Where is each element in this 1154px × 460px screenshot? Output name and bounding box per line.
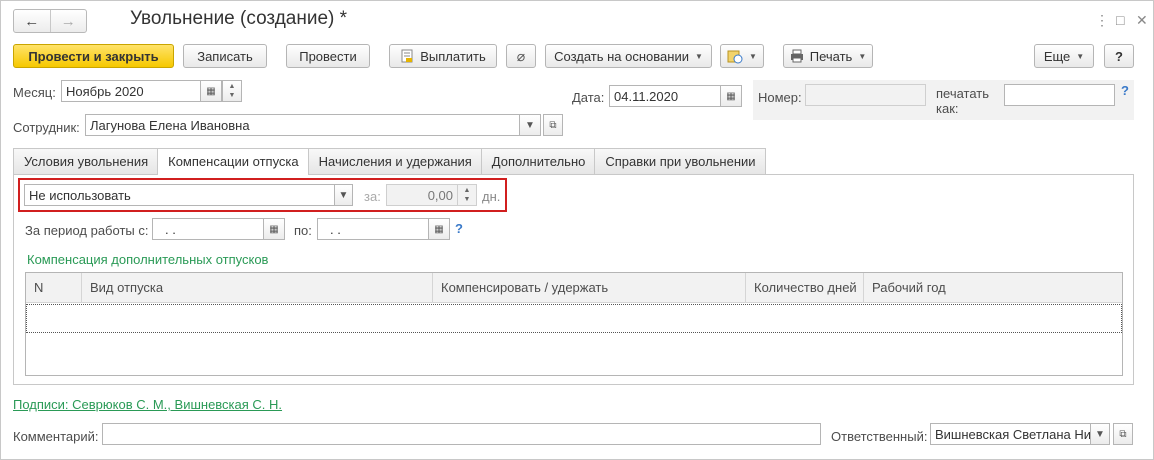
- employee-field[interactable]: Лагунова Елена Ивановна: [85, 114, 520, 136]
- open-icon[interactable]: ⧉: [543, 114, 563, 136]
- month-field[interactable]: Ноябрь 2020: [61, 80, 201, 102]
- document-icon: [401, 49, 413, 63]
- chevron-down-icon[interactable]: ▼: [334, 184, 353, 206]
- tab-vacation-compensation[interactable]: Компенсации отпуска: [157, 148, 309, 175]
- period-to-label: по:: [294, 223, 312, 238]
- related-docs-button[interactable]: ▼: [720, 44, 764, 68]
- more-actions-icon[interactable]: ⋮: [1095, 12, 1109, 29]
- maximize-icon[interactable]: □: [1116, 12, 1124, 28]
- tab-dismissal-certificates[interactable]: Справки при увольнении: [594, 148, 766, 174]
- print-as-field[interactable]: [1004, 84, 1115, 106]
- tab-dismissal-conditions[interactable]: Условия увольнения: [13, 148, 159, 174]
- table-row[interactable]: [26, 304, 1122, 333]
- period-to-field[interactable]: . .: [317, 218, 429, 240]
- more-button-label: Еще: [1043, 48, 1071, 64]
- responsible-field[interactable]: Вишневская Светлана Ни: [930, 423, 1091, 445]
- tab-additional[interactable]: Дополнительно: [480, 148, 596, 174]
- number-field[interactable]: [805, 84, 926, 106]
- compensation-mode-select[interactable]: Не использовать: [24, 184, 336, 206]
- comment-field[interactable]: [102, 423, 821, 445]
- column-header[interactable]: Рабочий год: [864, 273, 1122, 302]
- more-button[interactable]: Еще ▼: [1034, 44, 1094, 68]
- additional-vacations-table: N Вид отпуска Компенсировать / удержать …: [25, 272, 1123, 376]
- for-label: за:: [364, 189, 381, 204]
- paperclip-icon: ⌀: [516, 47, 526, 64]
- chevron-down-icon: ▼: [858, 51, 867, 61]
- responsible-label: Ответственный:: [831, 429, 928, 444]
- signatures-link[interactable]: Подписи: Севрюков С. М., Вишневская С. Н…: [13, 397, 282, 412]
- folder-clock-icon: [727, 50, 743, 64]
- calendar-icon[interactable]: ▦: [720, 85, 742, 107]
- print-as-label: печатать как:: [936, 86, 990, 116]
- days-stepper[interactable]: ▲ ▼: [457, 184, 477, 206]
- print-button[interactable]: Печать ▼: [783, 44, 873, 68]
- column-header[interactable]: Количество дней: [746, 273, 864, 302]
- pay-button[interactable]: Выплатить: [389, 44, 497, 68]
- help-button[interactable]: ?: [1104, 44, 1134, 68]
- month-label: Месяц:: [13, 85, 56, 100]
- employee-label: Сотрудник:: [13, 120, 80, 135]
- create-based-on-button[interactable]: Создать на основании ▼: [545, 44, 712, 68]
- calendar-icon[interactable]: ▦: [428, 218, 450, 240]
- period-from-label: За период работы с:: [25, 223, 149, 238]
- chevron-down-icon: ▼: [1076, 51, 1085, 61]
- calendar-icon[interactable]: ▦: [263, 218, 285, 240]
- date-field[interactable]: 04.11.2020: [609, 85, 721, 107]
- forward-arrow-icon[interactable]: →: [49, 10, 87, 32]
- close-icon[interactable]: ✕: [1136, 12, 1148, 29]
- help-icon[interactable]: ?: [455, 221, 463, 236]
- post-button[interactable]: Провести: [286, 44, 370, 68]
- comment-label: Комментарий:: [13, 429, 99, 444]
- chevron-down-icon: ▼: [749, 51, 757, 61]
- number-label: Номер:: [758, 90, 802, 105]
- days-unit: дн.: [482, 189, 501, 204]
- period-from-field[interactable]: . .: [152, 218, 264, 240]
- date-label: Дата:: [572, 90, 605, 105]
- column-header[interactable]: Компенсировать / удержать: [433, 273, 746, 302]
- back-arrow-icon[interactable]: ←: [14, 10, 50, 32]
- chevron-down-icon: ▼: [694, 51, 703, 61]
- column-header[interactable]: N: [26, 273, 82, 302]
- pay-button-label: Выплатить: [420, 48, 486, 64]
- open-icon[interactable]: ⧉: [1113, 423, 1133, 445]
- section-title: Компенсация дополнительных отпусков: [27, 252, 269, 267]
- post-and-close-button[interactable]: Провести и закрыть: [13, 44, 174, 68]
- help-icon[interactable]: ?: [1121, 83, 1129, 98]
- chevron-down-icon[interactable]: ▼: [519, 114, 541, 136]
- tab-bar: Условия увольнения Компенсации отпуска Н…: [13, 148, 766, 175]
- days-field[interactable]: 0,00: [386, 184, 458, 206]
- attach-button[interactable]: ⌀: [506, 44, 536, 68]
- print-button-label: Печать: [809, 48, 853, 64]
- tab-accruals-deductions[interactable]: Начисления и удержания: [307, 148, 482, 174]
- create-based-on-label: Создать на основании: [554, 48, 689, 64]
- save-button[interactable]: Записать: [183, 44, 267, 68]
- calendar-icon[interactable]: ▦: [200, 80, 222, 102]
- nav-group: ← →: [13, 9, 87, 33]
- printer-icon: [790, 49, 803, 63]
- column-header[interactable]: Вид отпуска: [82, 273, 433, 302]
- month-stepper[interactable]: ▲ ▼: [222, 80, 242, 102]
- table-header: N Вид отпуска Компенсировать / удержать …: [26, 273, 1122, 303]
- page-title: Увольнение (создание) *: [130, 8, 348, 29]
- chevron-down-icon[interactable]: ▼: [1090, 423, 1110, 445]
